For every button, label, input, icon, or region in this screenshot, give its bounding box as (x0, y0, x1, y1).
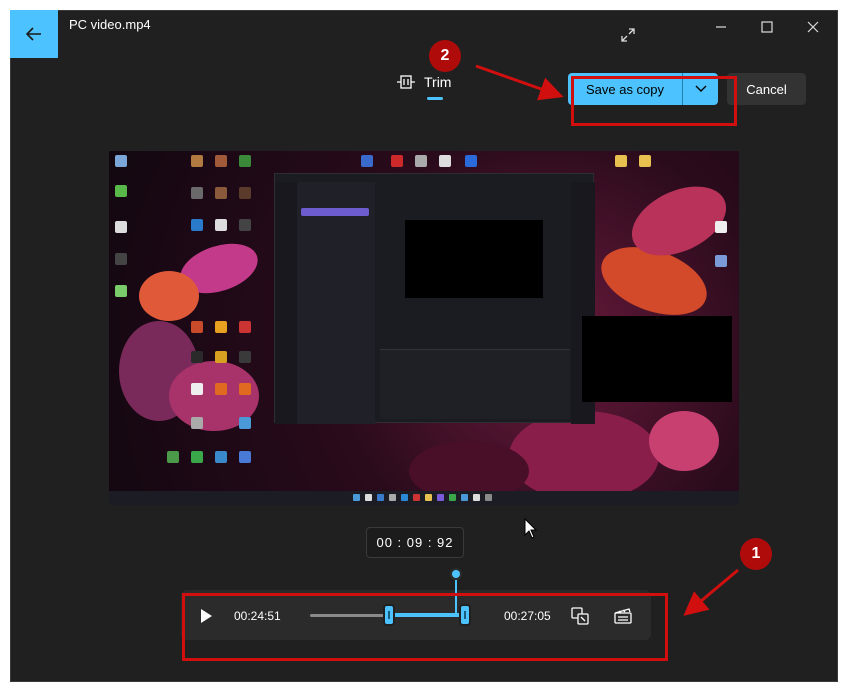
close-icon[interactable] (802, 16, 824, 38)
tab-trim-indicator (427, 97, 443, 100)
annotation-box-timeline (182, 593, 668, 661)
recorded-taskbar (109, 491, 739, 505)
playhead-handle[interactable] (450, 568, 462, 580)
annotation-box-save (571, 76, 737, 126)
minimize-icon[interactable] (710, 16, 732, 38)
tab-trim[interactable]: Trim (396, 74, 451, 90)
mouse-cursor-icon (524, 518, 538, 539)
cancel-button[interactable]: Cancel (727, 73, 806, 105)
video-preview (109, 151, 739, 505)
current-time-display[interactable]: 00 : 09 : 92 (366, 527, 464, 558)
expand-icon[interactable] (617, 24, 639, 46)
screen-recording-app-window (274, 173, 595, 424)
annotation-badge-2: 2 (429, 40, 461, 72)
trim-icon (397, 75, 415, 89)
tab-trim-label: Trim (424, 74, 452, 90)
back-button[interactable] (10, 10, 58, 58)
back-arrow-icon (26, 27, 41, 41)
window-title: PC video.mp4 (69, 17, 151, 32)
annotation-badge-1: 1 (740, 538, 772, 570)
maximize-icon[interactable] (756, 16, 778, 38)
